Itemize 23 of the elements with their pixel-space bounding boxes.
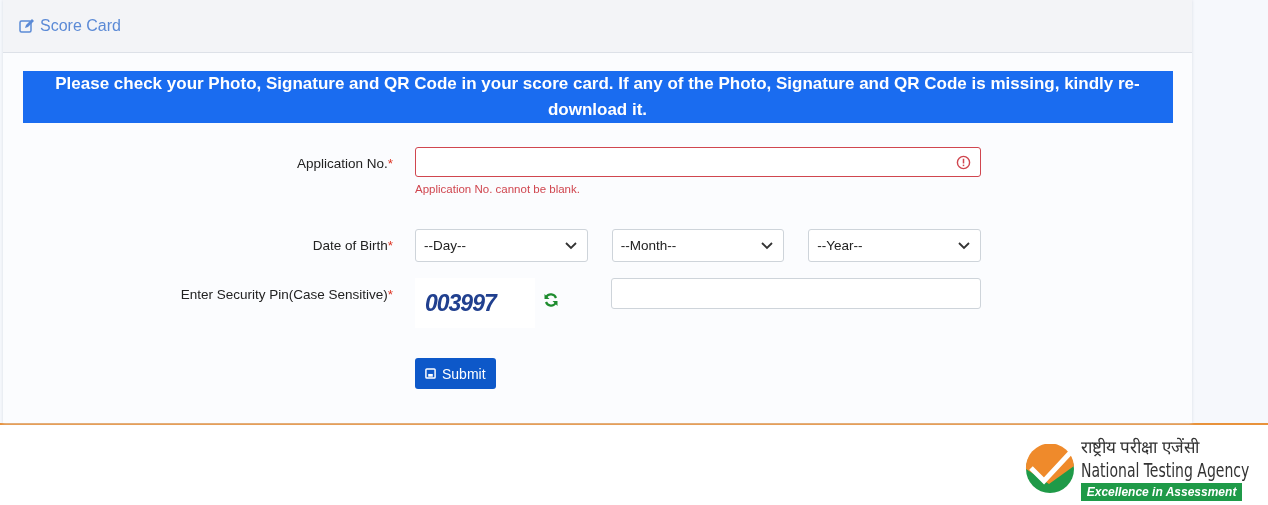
logo-tagline: Excellence in Assessment — [1080, 482, 1243, 501]
card-title: Score Card — [40, 17, 121, 35]
edit-icon — [19, 18, 35, 34]
checkmark-logo-icon — [1024, 444, 1075, 494]
field-label: Enter Security Pin(Case Sensitive)* — [179, 286, 393, 304]
chevron-icon — [958, 241, 970, 250]
field-label: Date of Birth* — [311, 237, 393, 255]
error-icon — [956, 154, 971, 170]
refresh-icon[interactable] — [543, 292, 559, 308]
captcha-image: 003997 — [415, 278, 535, 328]
input-field[interactable] — [415, 147, 981, 177]
notice-text: Please check your Photo, Signature and QR Code in your score card. If any of the Photo, Signature and QR Code is missing, kindly re-download it. — [22, 71, 1173, 123]
save-icon — [425, 368, 436, 379]
chevron-icon — [564, 241, 577, 250]
select-dropdown[interactable]: --Day-- — [415, 229, 588, 262]
error-message: Application No. cannot be blank. — [415, 183, 581, 195]
field-label: Application No.* — [295, 155, 393, 173]
chevron-icon — [761, 241, 774, 250]
select-dropdown[interactable]: --Month-- — [611, 229, 785, 262]
logo-hindi-text: राष्ट्रीय परीक्षा एजेंसी — [1080, 437, 1200, 458]
select-dropdown[interactable]: --Year-- — [808, 229, 981, 262]
logo-name: National Testing Agency — [1080, 457, 1250, 482]
submit-button[interactable]: Submit — [415, 358, 496, 389]
